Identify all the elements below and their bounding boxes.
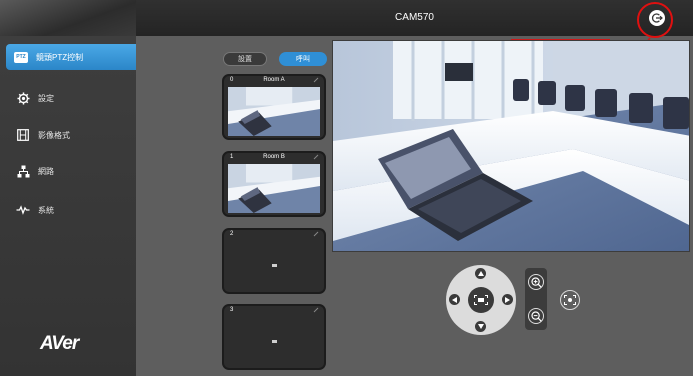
- sidebar-item-ptz[interactable]: PTZ 鏡頭PTZ控制: [6, 44, 136, 70]
- home-center-icon[interactable]: [468, 287, 494, 313]
- preset-card[interactable]: 1 Room B: [222, 151, 326, 217]
- edit-icon[interactable]: [313, 231, 319, 237]
- edit-icon[interactable]: [313, 77, 319, 83]
- page-title: CAM570: [395, 12, 434, 23]
- network-icon: [16, 164, 30, 178]
- sidebar-item-label: 系統: [38, 205, 54, 215]
- zoom-control: [525, 268, 547, 330]
- zoom-out-button[interactable]: [528, 308, 544, 324]
- empty-preset-icon: [272, 340, 277, 343]
- sidebar: PTZ 鏡頭PTZ控制 設定 影像格式 網路 系統 AVer: [0, 0, 136, 376]
- logout-button[interactable]: [649, 10, 665, 26]
- pan-tilt-pad: [446, 265, 516, 335]
- live-video-view[interactable]: [332, 40, 690, 252]
- arrow-up-icon[interactable]: [475, 268, 486, 279]
- top-bar: CAM570: [136, 0, 693, 38]
- sidebar-item-label: 影像格式: [38, 130, 70, 140]
- preset-card[interactable]: 3: [222, 304, 326, 370]
- arrow-right-icon[interactable]: [502, 294, 513, 305]
- pulse-icon: [16, 203, 30, 217]
- zoom-out-icon: [530, 310, 542, 322]
- tab-preset-call[interactable]: 呼叫: [279, 52, 327, 66]
- zoom-in-button[interactable]: [528, 274, 544, 290]
- aver-logo: AVer: [40, 333, 79, 354]
- preset-name: Room A: [263, 77, 285, 83]
- fit-view-icon: [564, 295, 576, 305]
- ptz-icon: PTZ: [14, 50, 28, 64]
- preset-thumbnail: [228, 164, 320, 213]
- empty-preset-icon: [272, 264, 277, 267]
- logout-icon: [651, 13, 663, 23]
- preset-number: 3: [230, 307, 234, 313]
- film-icon: [16, 128, 30, 142]
- edit-icon[interactable]: [313, 307, 319, 313]
- sidebar-item-label: 鏡頭PTZ控制: [36, 52, 84, 62]
- camera-web-ui: PTZ 鏡頭PTZ控制 設定 影像格式 網路 系統 AVer CAM570 設置…: [0, 0, 693, 376]
- preset-thumbnail: [228, 87, 320, 136]
- sidebar-item-label: 網路: [38, 166, 54, 176]
- preset-card[interactable]: 0 Room A: [222, 74, 326, 140]
- tab-preset-setting[interactable]: 設置: [223, 52, 267, 66]
- fit-view-button[interactable]: [560, 290, 580, 310]
- arrow-down-icon[interactable]: [475, 321, 486, 332]
- preset-number: 2: [230, 231, 234, 237]
- gear-icon: [16, 91, 30, 105]
- sidebar-item-label: 設定: [38, 93, 54, 103]
- preset-card[interactable]: 2: [222, 228, 326, 294]
- sidebar-item-settings[interactable]: 設定: [0, 85, 136, 111]
- sidebar-header: [0, 0, 136, 36]
- arrow-left-icon[interactable]: [449, 294, 460, 305]
- zoom-in-icon: [530, 276, 542, 288]
- preset-name: Room B: [263, 154, 285, 160]
- sidebar-item-network[interactable]: 網路: [0, 158, 136, 184]
- sidebar-item-video-format[interactable]: 影像格式: [0, 122, 136, 148]
- edit-icon[interactable]: [313, 154, 319, 160]
- sidebar-item-system[interactable]: 系統: [0, 197, 136, 223]
